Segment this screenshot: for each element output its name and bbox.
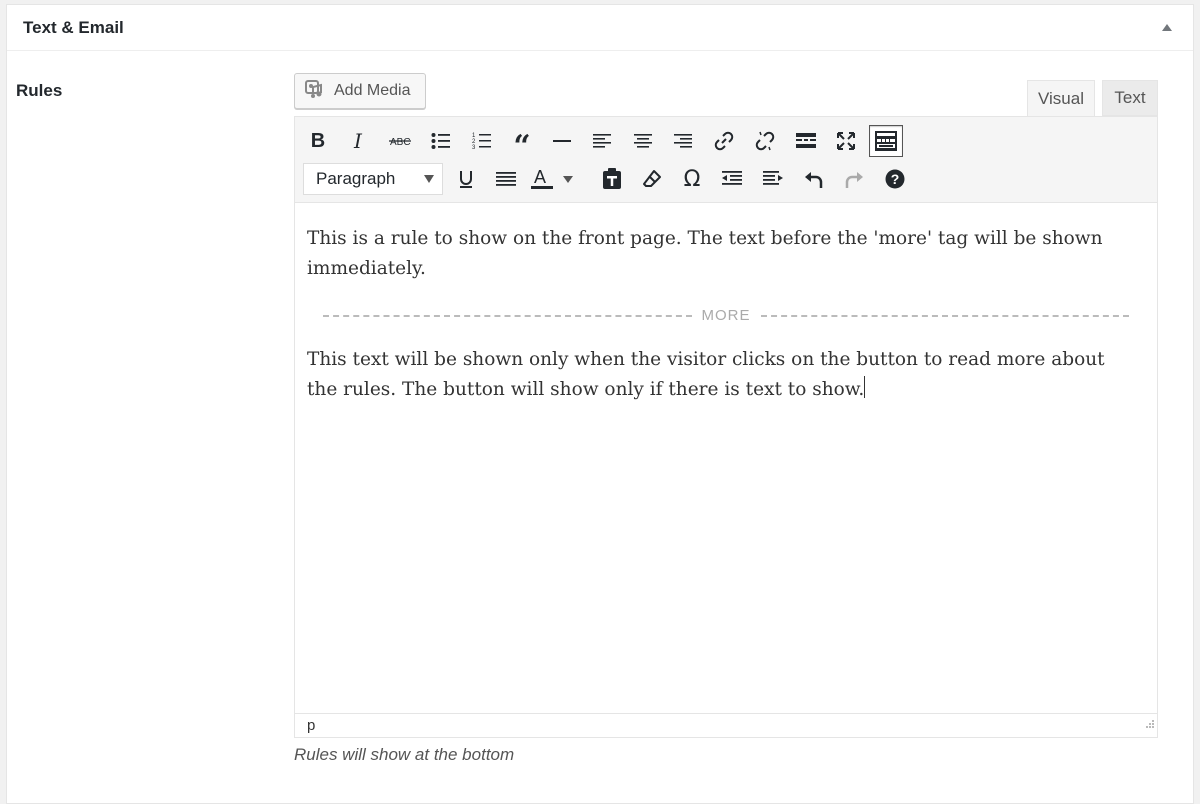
paragraph-more: This text will be shown only when the vi… bbox=[307, 345, 1127, 405]
redo-icon[interactable] bbox=[837, 163, 871, 195]
special-character-icon[interactable]: Ω bbox=[675, 163, 709, 195]
help-icon[interactable]: ? bbox=[878, 163, 912, 195]
more-line-right bbox=[760, 315, 1129, 317]
field-description: Rules will show at the bottom bbox=[294, 745, 515, 764]
rich-text-editor: B I ABC 123 “ Paragraph A Ω ? This is a … bbox=[294, 116, 1158, 738]
undo-icon[interactable] bbox=[797, 163, 831, 195]
field-label-rules: Rules bbox=[16, 81, 63, 100]
svg-text:3: 3 bbox=[472, 145, 476, 151]
align-right-icon[interactable] bbox=[666, 125, 700, 157]
editor-content[interactable]: This is a rule to show on the front page… bbox=[295, 204, 1157, 710]
chevron-down-icon bbox=[563, 175, 573, 183]
numbered-list-icon[interactable]: 123 bbox=[465, 125, 499, 157]
element-path[interactable]: p bbox=[307, 717, 315, 734]
format-select-value: Paragraph bbox=[316, 169, 396, 188]
paragraph-more-text: This text will be shown only when the vi… bbox=[307, 349, 1105, 400]
editor-toolbar: B I ABC 123 “ Paragraph A Ω ? bbox=[295, 117, 1157, 203]
tab-text[interactable]: Text bbox=[1102, 80, 1158, 116]
outdent-icon[interactable] bbox=[715, 163, 749, 195]
text-cursor bbox=[864, 376, 866, 398]
unlink-icon[interactable] bbox=[748, 125, 782, 157]
more-tag-separator: MORE bbox=[323, 306, 1129, 326]
toolbar-toggle-icon[interactable] bbox=[869, 125, 903, 157]
format-select[interactable]: Paragraph bbox=[303, 163, 443, 195]
read-more-icon[interactable] bbox=[789, 125, 823, 157]
media-icon bbox=[305, 79, 327, 104]
paragraph-intro: This is a rule to show on the front page… bbox=[307, 228, 1103, 279]
text-color-dropdown[interactable] bbox=[560, 163, 576, 195]
bullet-list-icon[interactable] bbox=[424, 125, 458, 157]
add-media-button[interactable]: Add Media bbox=[294, 73, 426, 109]
italic-icon[interactable]: I bbox=[341, 125, 375, 157]
align-center-icon[interactable] bbox=[626, 125, 660, 157]
add-media-label: Add Media bbox=[334, 82, 411, 99]
align-left-icon[interactable] bbox=[585, 125, 619, 157]
link-icon[interactable] bbox=[707, 125, 741, 157]
underline-icon[interactable] bbox=[449, 163, 483, 195]
svg-text:A: A bbox=[534, 168, 546, 187]
bold-icon[interactable]: B bbox=[301, 125, 335, 157]
fullscreen-icon[interactable] bbox=[829, 125, 863, 157]
tab-visual[interactable]: Visual bbox=[1027, 80, 1095, 116]
svg-text:ABC: ABC bbox=[390, 137, 411, 148]
collapse-toggle-icon[interactable] bbox=[1162, 24, 1172, 31]
chevron-down-icon bbox=[424, 175, 434, 183]
editor-statusbar: p bbox=[295, 713, 1157, 737]
blockquote-icon[interactable]: “ bbox=[505, 125, 539, 162]
more-line-left bbox=[323, 315, 692, 317]
svg-text:?: ? bbox=[891, 171, 900, 187]
horizontal-line-icon[interactable] bbox=[545, 125, 579, 157]
strikethrough-icon[interactable]: ABC bbox=[383, 125, 417, 157]
text-color-icon[interactable]: A bbox=[529, 163, 555, 195]
more-label: MORE bbox=[701, 307, 751, 324]
justify-icon[interactable] bbox=[489, 163, 523, 195]
postbox-title: Text & Email bbox=[23, 17, 124, 37]
resize-handle-icon[interactable] bbox=[1144, 717, 1154, 734]
postbox-header[interactable]: Text & Email bbox=[7, 5, 1193, 51]
paste-text-icon[interactable] bbox=[595, 163, 629, 195]
indent-icon[interactable] bbox=[756, 163, 790, 195]
clear-formatting-icon[interactable] bbox=[635, 163, 669, 195]
